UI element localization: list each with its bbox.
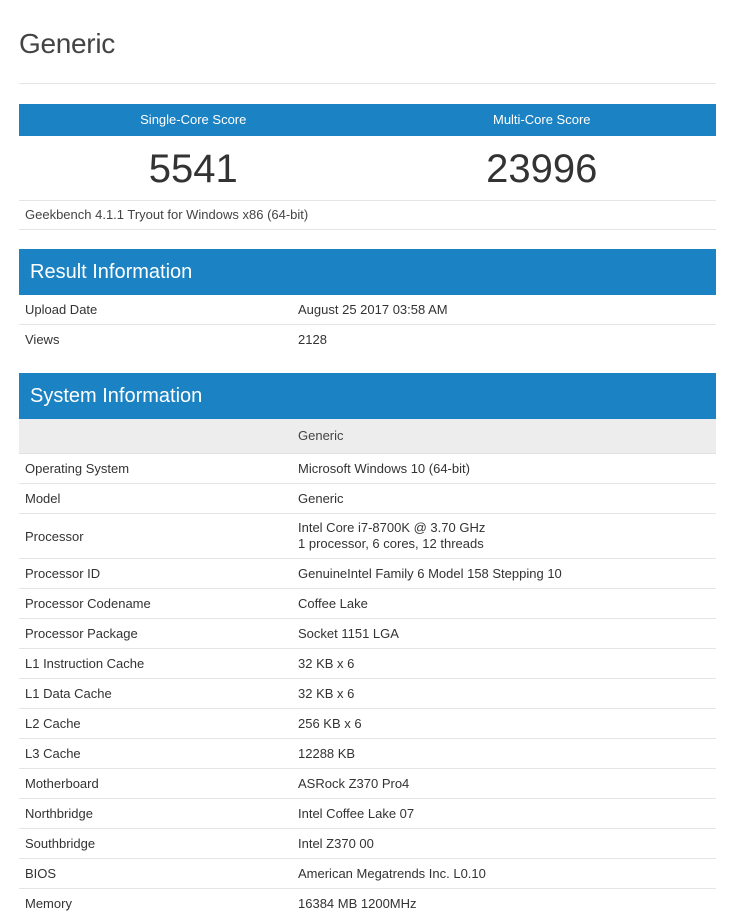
- table-row: Processor Package Socket 1151 LGA: [19, 619, 716, 649]
- table-row: L1 Data Cache 32 KB x 6: [19, 679, 716, 709]
- table-row: Processor Intel Core i7-8700K @ 3.70 GHz 1…: [19, 514, 716, 559]
- single-core-score-label: Single-Core Score: [140, 112, 247, 127]
- row-value: Generic: [298, 491, 344, 506]
- row-value: Intel Z370 00: [298, 836, 374, 851]
- table-row: Memory 16384 MB 1200MHz: [19, 889, 716, 918]
- row-label: Processor ID: [25, 566, 101, 581]
- section-heading: Result Information: [19, 249, 716, 295]
- table-row: Upload Date August 25 2017 03:58 AM: [19, 295, 716, 325]
- row-value: 256 KB x 6: [298, 716, 362, 731]
- section-heading: System Information: [19, 373, 716, 419]
- table-row: Views 2128: [19, 325, 716, 354]
- system-info-table: Operating System Microsoft Windows 10 (64…: [19, 454, 716, 918]
- row-label: Model: [25, 491, 61, 506]
- score-table: Single-Core Score Multi-Core Score 5541 …: [19, 104, 716, 230]
- row-value: 12288 KB: [298, 746, 356, 761]
- table-row: Northbridge Intel Coffee Lake 07: [19, 799, 716, 829]
- table-row: Processor Codename Coffee Lake: [19, 589, 716, 619]
- row-label: Operating System: [25, 461, 130, 476]
- title-divider: [19, 83, 716, 84]
- row-label: Northbridge: [25, 806, 93, 821]
- row-label: Processor Package: [25, 626, 138, 641]
- row-label: L1 Instruction Cache: [25, 656, 145, 671]
- table-row: Motherboard ASRock Z370 Pro4: [19, 769, 716, 799]
- table-row: Model Generic: [19, 484, 716, 514]
- column-header-row: Generic: [19, 419, 716, 454]
- score-header: Single-Core Score Multi-Core Score: [19, 104, 716, 136]
- single-core-score-value: 5541: [148, 147, 238, 191]
- row-value: Intel Core i7-8700K @ 3.70 GHz 1 processo…: [298, 520, 716, 552]
- row-value: Socket 1151 LGA: [298, 626, 399, 641]
- score-values: 5541 23996: [19, 136, 716, 200]
- benchmark-result-page: Generic Single-Core Score Multi-Core Sco…: [0, 0, 753, 911]
- row-label: Southbridge: [25, 836, 96, 851]
- page-title: Generic: [19, 28, 115, 59]
- table-row: BIOS American Megatrends Inc. L0.10: [19, 859, 716, 889]
- row-value-line: Intel Core i7-8700K @ 3.70 GHz: [298, 520, 486, 535]
- row-value: ASRock Z370 Pro4: [298, 776, 410, 791]
- row-label: L3 Cache: [25, 746, 81, 761]
- row-value: Intel Coffee Lake 07: [298, 806, 415, 821]
- system-information-section: System Information Generic Operating Sys…: [19, 373, 716, 918]
- table-row: L3 Cache 12288 KB: [19, 739, 716, 769]
- row-label: Memory: [25, 896, 72, 911]
- multi-core-score-value: 23996: [486, 147, 598, 191]
- row-value: 32 KB x 6: [298, 686, 355, 701]
- benchmark-platform: Geekbench 4.1.1 Tryout for Windows x86 (…: [25, 207, 309, 222]
- column-header: Generic: [298, 428, 344, 443]
- row-label: Views: [25, 332, 60, 347]
- row-value: 32 KB x 6: [298, 656, 355, 671]
- table-row: Processor ID GenuineIntel Family 6 Model …: [19, 559, 716, 589]
- row-label: L1 Data Cache: [25, 686, 112, 701]
- row-label: Processor: [25, 528, 84, 544]
- table-row: L1 Instruction Cache 32 KB x 6: [19, 649, 716, 679]
- row-value-line: 1 processor, 6 cores, 12 threads: [298, 536, 484, 551]
- row-label: Upload Date: [25, 302, 98, 317]
- multi-core-score-label: Multi-Core Score: [492, 112, 591, 127]
- row-label: Motherboard: [25, 776, 99, 791]
- row-value: 2128: [298, 332, 327, 347]
- platform-divider: [19, 229, 716, 230]
- table-row: L2 Cache 256 KB x 6: [19, 709, 716, 739]
- table-row: Operating System Microsoft Windows 10 (64…: [19, 454, 716, 484]
- row-label: Processor Codename: [25, 596, 151, 611]
- row-value: 16384 MB 1200MHz: [298, 896, 417, 911]
- row-label: L2 Cache: [25, 716, 81, 731]
- row-value: American Megatrends Inc. L0.10: [298, 866, 486, 881]
- result-information-section: Result Information Upload Date August 25 …: [19, 249, 716, 354]
- row-label: BIOS: [25, 866, 57, 881]
- row-value: Coffee Lake: [298, 596, 368, 611]
- row-value: Microsoft Windows 10 (64-bit): [298, 461, 470, 476]
- table-row: Southbridge Intel Z370 00: [19, 829, 716, 859]
- row-value: GenuineIntel Family 6 Model 158 Stepping…: [298, 566, 562, 581]
- row-value: August 25 2017 03:58 AM: [298, 302, 448, 317]
- result-info-table: Upload Date August 25 2017 03:58 AM Views 2…: [19, 295, 716, 354]
